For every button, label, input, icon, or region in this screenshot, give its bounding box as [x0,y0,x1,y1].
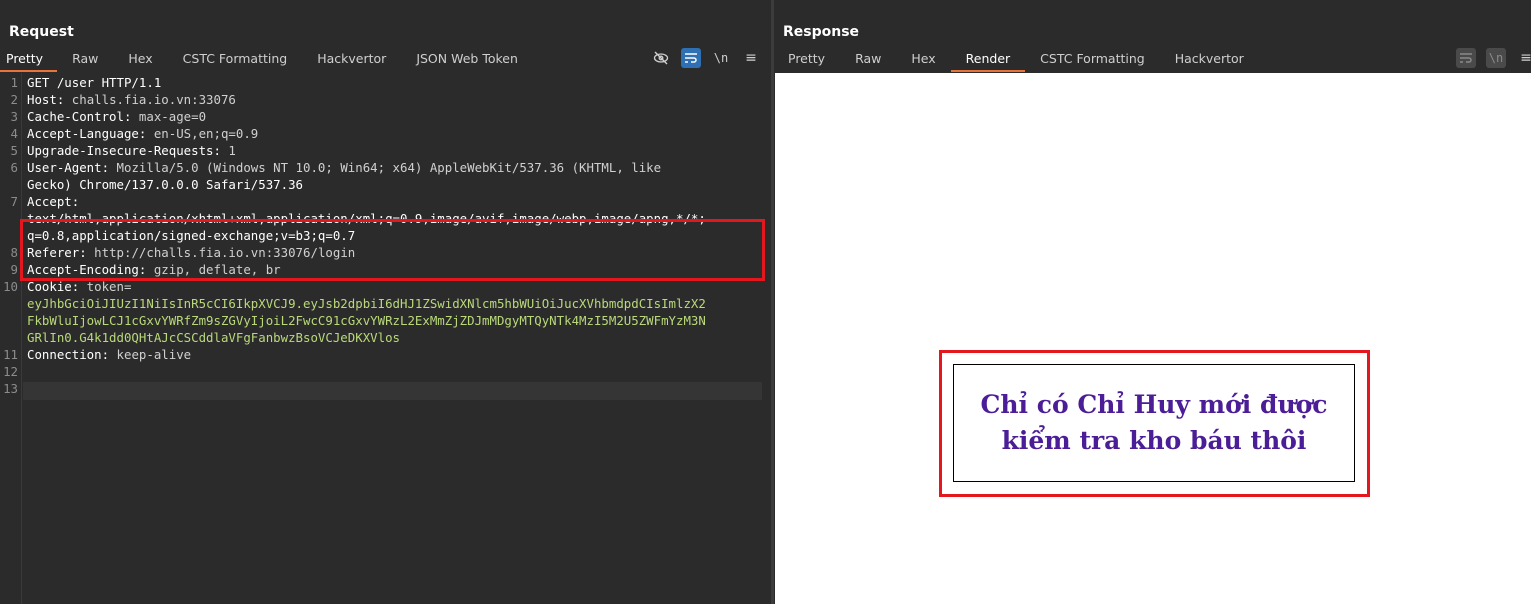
request-title: Request [9,24,74,40]
eye-off-icon[interactable] [651,48,671,68]
code-line: 12 [0,363,771,380]
header-value: max-age=0 [131,109,207,124]
header-value: challs.fia.io.vn:33076 [64,92,236,107]
response-tab-cstc-formatting[interactable]: CSTC Formatting [1025,49,1160,72]
header-name: Cookie: [27,279,80,294]
request-tab-json-web-token[interactable]: JSON Web Token [401,49,533,72]
code-line: 11 Connection: keep-alive [0,346,771,363]
header-name: Accept-Language: [27,126,147,141]
request-tab-raw[interactable]: Raw [57,49,113,72]
line-number: 10 [3,279,18,294]
wrap-icon[interactable] [1456,48,1476,68]
response-toolbar: \n ≡ [1456,48,1531,68]
header-name: User-Agent: [27,160,110,175]
line-number: 5 [10,143,18,158]
header-value: en-US,en;q=0.9 [146,126,259,141]
newline-icon[interactable]: \n [1486,48,1506,68]
response-tab-hex[interactable]: Hex [896,49,950,72]
line-content: User-Agent: Mozilla/5.0 (Windows NT 10.0… [27,159,661,176]
line-number: 11 [3,347,18,362]
request-tabs: Pretty Raw Hex CSTC Formatting Hackverto… [0,49,533,72]
header-value: Mozilla/5.0 (Windows NT 10.0; Win64; x64… [109,160,662,175]
header-value: 1 [220,143,236,158]
line-content: Gecko) Chrome/137.0.0.0 Safari/537.36 [27,176,303,193]
line-content: Cache-Control: max-age=0 [27,108,206,125]
line-content: GET /user HTTP/1.1 [27,74,161,91]
response-tab-pretty[interactable]: Pretty [774,49,840,72]
response-tab-raw[interactable]: Raw [840,49,896,72]
jwt-token-text: FkbWluIjowLCJ1cGxvYWRfZm9sZGVyIjoiL2FwcC… [27,313,706,328]
response-tab-render[interactable]: Render [950,49,1026,72]
menu-icon[interactable]: ≡ [741,48,761,68]
response-title: Response [783,24,860,40]
line-number: 12 [3,364,18,379]
line-number: 13 [3,381,18,396]
request-tab-cstc-formatting[interactable]: CSTC Formatting [168,49,303,72]
header-value: keep-alive [109,347,192,362]
line-content: Connection: keep-alive [27,346,191,363]
jwt-token-text: eyJhbGciOiJIUzI1NiIsInR5cCI6IkpXVCJ9.eyJ… [27,296,706,311]
code-line: 2 Host: challs.fia.io.vn:33076 [0,91,771,108]
request-tab-hex[interactable]: Hex [113,49,167,72]
header-value: GET /user HTTP/1.1 [27,75,162,90]
code-line: FkbWluIjowLCJ1cGxvYWRfZm9sZGVyIjoiL2FwcC… [0,312,771,329]
request-pane: Request Pretty Raw Hex CSTC Formatting H… [0,0,771,604]
menu-icon[interactable]: ≡ [1516,48,1531,68]
line-number: 3 [10,109,18,124]
line-content: GRlIn0.G4k1dd0QHtAJcCSCddlaVFgFanbwzBsoV… [27,329,400,346]
header-value: token= [79,279,132,294]
header-name: Accept: [27,194,80,209]
header-name: Cache-Control: [27,109,132,124]
line-content: Accept-Language: en-US,en;q=0.9 [27,125,258,142]
newline-icon[interactable]: \n [711,48,731,68]
code-line: 7 Accept: [0,193,771,210]
code-line: 3 Cache-Control: max-age=0 [0,108,771,125]
line-number: 1 [10,75,18,90]
response-tab-hackvertor[interactable]: Hackvertor [1160,49,1259,72]
response-tabs: Pretty Raw Hex Render CSTC Formatting Ha… [774,49,1259,72]
request-toolbar: \n ≡ [651,48,761,68]
message-box: Chỉ có Chỉ Huy mới được kiểm tra kho báu… [953,364,1355,482]
header-name: Connection: [27,347,110,362]
request-tab-pretty[interactable]: Pretty [0,49,58,72]
code-line: 4 Accept-Language: en-US,en;q=0.9 [0,125,771,142]
line-number: 8 [10,245,18,260]
line-content: Host: challs.fia.io.vn:33076 [27,91,236,108]
line-number: 2 [10,92,18,107]
line-number: 6 [10,160,18,175]
request-editor[interactable]: 1 GET /user HTTP/1.1 2 Host: challs.fia.io.… [0,73,771,604]
token-highlight-box [20,219,765,281]
line-number: 4 [10,126,18,141]
response-render-area [775,73,1531,604]
code-line: 1 GET /user HTTP/1.1 [0,74,771,91]
line-content: eyJhbGciOiJIUzI1NiIsInR5cCI6IkpXVCJ9.eyJ… [27,295,706,312]
code-line: GRlIn0.G4k1dd0QHtAJcCSCddlaVFgFanbwzBsoV… [0,329,771,346]
line-content: Upgrade-Insecure-Requests: 1 [27,142,236,159]
request-tab-hackvertor[interactable]: Hackvertor [302,49,401,72]
line-content: FkbWluIjowLCJ1cGxvYWRfZm9sZGVyIjoiL2FwcC… [27,312,706,329]
response-message: Chỉ có Chỉ Huy mới được kiểm tra kho báu… [980,390,1328,455]
line-number: 7 [10,194,18,209]
header-value: Gecko) Chrome/137.0.0.0 Safari/537.36 [27,177,304,192]
line-number: 9 [10,262,18,277]
jwt-token-text: GRlIn0.G4k1dd0QHtAJcCSCddlaVFgFanbwzBsoV… [27,330,400,345]
code-line: 6 User-Agent: Mozilla/5.0 (Windows NT 10.… [0,159,771,176]
header-name: Upgrade-Insecure-Requests: [27,143,221,158]
code-line: eyJhbGciOiJIUzI1NiIsInR5cCI6IkpXVCJ9.eyJ… [0,295,771,312]
wrap-icon[interactable] [681,48,701,68]
code-line: Gecko) Chrome/137.0.0.0 Safari/537.36 [0,176,771,193]
header-name: Host: [27,92,65,107]
line-content: Accept: [27,193,79,210]
code-line: 5 Upgrade-Insecure-Requests: 1 [0,142,771,159]
code-line: 13 [0,380,771,397]
